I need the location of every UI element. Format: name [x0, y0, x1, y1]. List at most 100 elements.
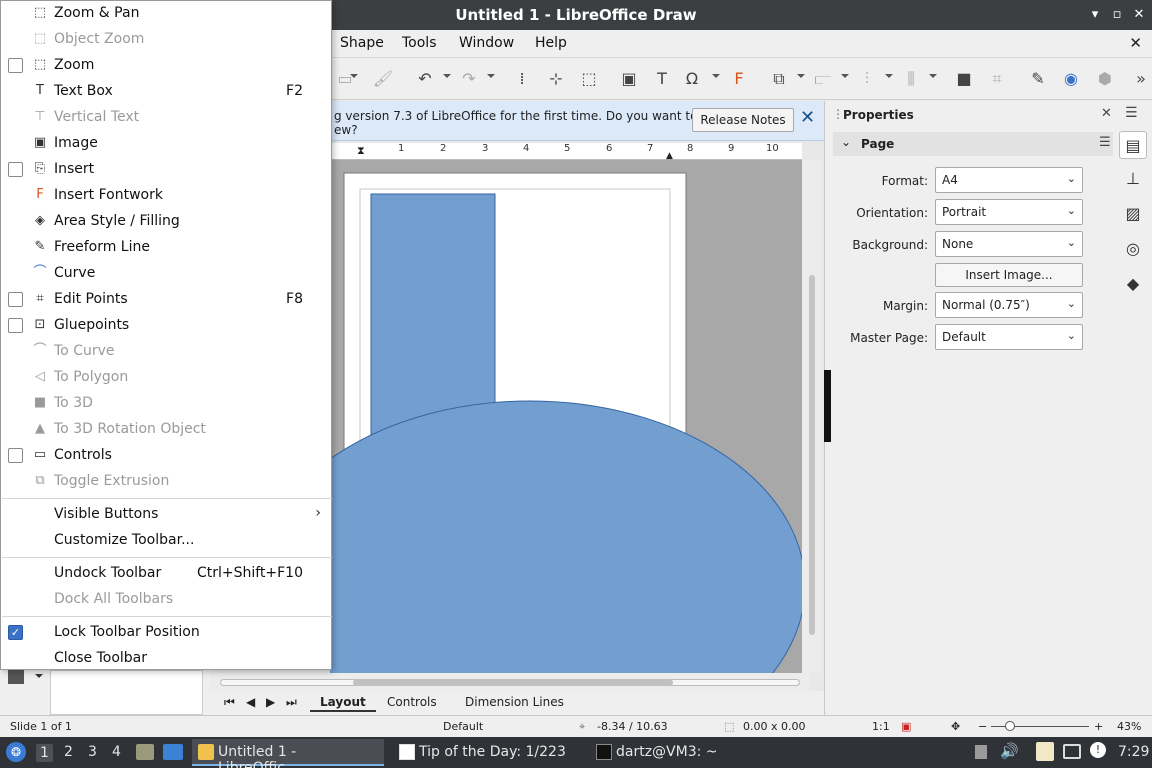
zoom-page-icon[interactable]: ⬚ — [578, 68, 600, 90]
menu-item-zoom-pan[interactable]: ⬚ Zoom & Pan — [1, 1, 331, 27]
zoom-percentage[interactable]: 43% — [1117, 720, 1141, 733]
menu-help[interactable]: Help — [535, 35, 567, 51]
margin-select[interactable]: Normal (0.75″) ⌄ — [935, 292, 1083, 318]
styles-deck-icon[interactable]: ⊥ — [1119, 165, 1147, 193]
menu-item-freeform-line[interactable]: ✎ Freeform Line — [1, 235, 331, 261]
menu-item-visible-buttons[interactable]: Visible Buttons › — [1, 502, 331, 528]
window-close-button[interactable]: ✕ — [1130, 6, 1148, 24]
show-desktop-icon[interactable] — [163, 744, 183, 760]
zoom-out-button[interactable]: − — [978, 720, 987, 733]
menu-item-image[interactable]: ▣ Image — [1, 131, 331, 157]
properties-deck-icon[interactable]: ▤ — [1119, 131, 1147, 159]
paste-icon[interactable]: ▭ — [334, 68, 356, 90]
sidebar-close-icon[interactable]: ✕ — [1101, 106, 1112, 121]
vertical-scroll-thumb[interactable] — [809, 275, 815, 635]
insert-image-icon[interactable]: ▣ — [618, 68, 640, 90]
next-tab-icon[interactable]: ▶ — [266, 695, 275, 709]
close-document-icon[interactable]: ✕ — [1129, 34, 1142, 52]
zoom-in-button[interactable]: + — [1094, 720, 1103, 733]
points-icon[interactable]: ✎ — [1027, 68, 1049, 90]
restore-button[interactable]: ▫ — [1108, 6, 1126, 24]
menu-item-insert[interactable]: ⎘ Insert — [1, 157, 331, 183]
horizontal-scroll-thumb[interactable] — [353, 679, 673, 686]
vertical-scrollbar[interactable] — [802, 160, 822, 673]
fontwork-icon[interactable]: F — [728, 68, 750, 90]
controls-checkbox[interactable] — [8, 448, 23, 463]
insert-checkbox[interactable] — [8, 162, 23, 177]
removable-drive-icon[interactable] — [975, 745, 987, 759]
arrange-icon[interactable]: ⫶ — [856, 68, 878, 90]
task-terminal[interactable]: dartz@VM3: ~ — [590, 739, 730, 766]
3d-objects-icon[interactable]: ⬢ — [1094, 68, 1116, 90]
undo-dropdown-icon[interactable] — [443, 74, 451, 78]
grid-icon[interactable]: ⁞ — [511, 68, 533, 90]
transformations-icon[interactable]: ⧉ — [768, 68, 790, 90]
menu-item-area-style[interactable]: ◈ Area Style / Filling — [1, 209, 331, 235]
edit-points-checkbox[interactable] — [8, 292, 23, 307]
orientation-select[interactable]: Portrait ⌄ — [935, 199, 1083, 225]
drawing-canvas[interactable] — [330, 160, 802, 673]
sidebar-collapse-handle[interactable] — [824, 370, 831, 442]
workspace-2[interactable]: 2 — [64, 744, 73, 760]
page-section-header[interactable]: ⌄ Page ☰ — [833, 132, 1113, 156]
distribute-icon[interactable]: ⫼ — [900, 68, 922, 90]
slide-pane-dropdown-icon[interactable] — [35, 674, 43, 678]
transformations-dropdown-icon[interactable] — [797, 74, 805, 78]
menu-window[interactable]: Window — [459, 35, 514, 51]
gallery-deck-icon[interactable]: ▨ — [1119, 200, 1147, 228]
redo-dropdown-icon[interactable] — [487, 74, 495, 78]
menu-item-edit-points[interactable]: ⌗ Edit Points F8 — [1, 287, 331, 313]
gluepoints-checkbox[interactable] — [8, 318, 23, 333]
menu-item-text-box[interactable]: T Text Box F2 — [1, 79, 331, 105]
paste-dropdown-icon[interactable] — [350, 74, 358, 78]
file-manager-icon[interactable] — [136, 744, 154, 760]
menu-tools[interactable]: Tools — [402, 35, 437, 51]
menu-item-close-toolbar[interactable]: Close Toolbar — [1, 646, 331, 672]
zoom-slider-handle[interactable] — [1005, 721, 1015, 731]
volume-icon[interactable]: 🔊 — [1000, 742, 1019, 760]
more-toolbar-icon[interactable]: » — [1130, 68, 1152, 90]
section-menu-icon[interactable]: ☰ — [1099, 135, 1111, 150]
clipboard-icon[interactable] — [1036, 742, 1054, 761]
background-select[interactable]: None ⌄ — [935, 231, 1083, 257]
task-tip-of-the-day[interactable]: Tip of the Day: 1/223 — [393, 739, 573, 766]
workspace-3[interactable]: 3 — [88, 744, 97, 760]
fit-page-icon[interactable]: ✥ — [951, 720, 960, 733]
ellipse-shape[interactable] — [330, 400, 802, 673]
tab-dimension-lines[interactable]: Dimension Lines — [465, 695, 564, 709]
navigator-deck-icon[interactable]: ◎ — [1119, 235, 1147, 263]
clone-formatting-icon[interactable]: 🖌 — [372, 68, 394, 90]
menu-item-customize-toolbar[interactable]: Customize Toolbar... — [1, 528, 331, 554]
master-page-select[interactable]: Default ⌄ — [935, 324, 1083, 350]
shadow-icon[interactable]: ■ — [953, 68, 975, 90]
infobar-close-icon[interactable]: ✕ — [800, 107, 815, 128]
last-tab-icon[interactable]: ⏭ — [286, 695, 297, 710]
clock[interactable]: 7:29 — [1118, 744, 1149, 760]
start-menu-icon[interactable]: ❂ — [6, 742, 26, 762]
special-character-icon[interactable]: Ω — [681, 68, 703, 90]
sidebar-menu-icon[interactable]: ☰ — [1125, 105, 1138, 121]
menu-item-gluepoints[interactable]: ⊡ Gluepoints — [1, 313, 331, 339]
drawing-area[interactable] — [330, 160, 802, 673]
undo-icon[interactable]: ↶ — [414, 68, 436, 90]
special-character-dropdown-icon[interactable] — [712, 74, 720, 78]
distribute-dropdown-icon[interactable] — [929, 74, 937, 78]
menu-item-insert-fontwork[interactable]: F Insert Fontwork — [1, 183, 331, 209]
left-indent-marker-icon[interactable]: ⧗ — [357, 144, 365, 158]
notifications-icon[interactable]: ! — [1090, 742, 1106, 758]
first-tab-icon[interactable]: ⏮ — [224, 695, 235, 710]
menu-item-controls[interactable]: ▭ Controls — [1, 443, 331, 469]
release-notes-button[interactable]: Release Notes — [692, 108, 794, 132]
align-icon[interactable]: ⫍ — [812, 68, 834, 90]
tab-controls[interactable]: Controls — [387, 695, 437, 709]
menu-item-curve[interactable]: ⌒ Curve — [1, 261, 331, 287]
helplines-icon[interactable]: ⊹ — [545, 68, 567, 90]
insert-image-button[interactable]: Insert Image... — [935, 263, 1083, 287]
lock-position-checkbox[interactable]: ✓ — [8, 625, 23, 640]
format-select[interactable]: A4 ⌄ — [935, 167, 1083, 193]
arrange-dropdown-icon[interactable] — [885, 74, 893, 78]
redo-icon[interactable]: ↷ — [458, 68, 480, 90]
network-icon[interactable] — [1063, 744, 1081, 759]
zoom-checkbox[interactable] — [8, 58, 23, 73]
workspace-4[interactable]: 4 — [112, 744, 121, 760]
